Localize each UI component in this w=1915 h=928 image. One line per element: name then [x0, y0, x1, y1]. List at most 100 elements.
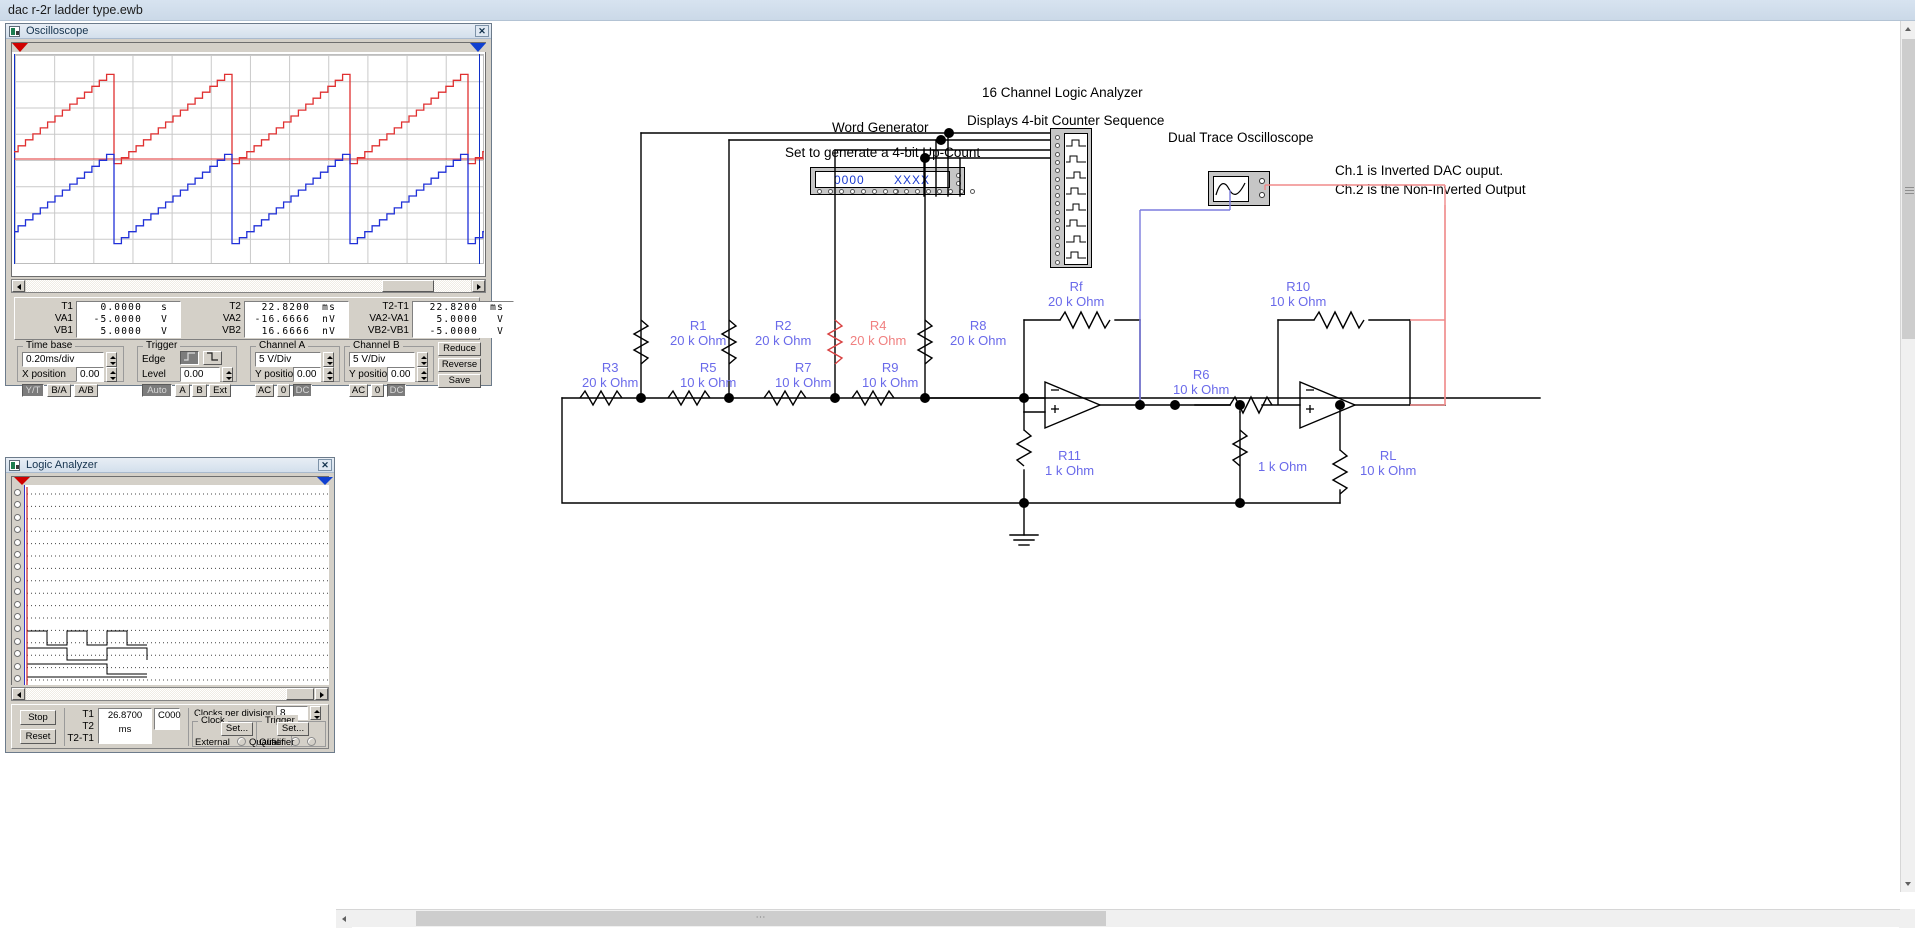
- timebase-mode-ba[interactable]: B/A: [47, 384, 71, 397]
- channel-a-scale-spinner[interactable]: [323, 352, 334, 367]
- clocks-per-division-spinner[interactable]: [310, 706, 321, 720]
- horizontal-scroll-thumb[interactable]: ⋯: [416, 911, 1106, 926]
- resistor-name: R6: [1192, 367, 1210, 382]
- channel-b-coupling-dc[interactable]: DC: [387, 384, 406, 397]
- readout-labels-1: T1 VA1 VB1: [21, 301, 73, 337]
- save-button[interactable]: Save: [438, 374, 481, 388]
- cursor-marker-2[interactable]: [470, 43, 486, 52]
- readout-unit-t1: s: [161, 302, 168, 313]
- trigger-source-ext[interactable]: Ext: [209, 384, 231, 397]
- channel-b-scale-spinner[interactable]: [417, 352, 428, 367]
- channel-b-yposition-spinner[interactable]: [417, 367, 428, 382]
- readout-label-vb2: VB2: [222, 325, 241, 336]
- readout-unit-va1: V: [161, 314, 168, 325]
- trigger-level-field[interactable]: 0.00: [180, 367, 220, 382]
- logic-analyzer-cursor-markers[interactable]: [12, 477, 333, 485]
- oscilloscope-titlebar[interactable]: Oscilloscope ✕: [6, 24, 491, 39]
- readout-label-t2: T2: [229, 301, 241, 312]
- timebase-scale-field[interactable]: 0.20ms/div: [22, 352, 104, 367]
- la-scroll-right[interactable]: [315, 688, 328, 700]
- timebase-xposition-field[interactable]: 0.00: [76, 367, 104, 382]
- reduce-button[interactable]: Reduce: [438, 342, 481, 356]
- trigger-level-spinner[interactable]: [222, 367, 233, 382]
- la-cursor-marker-2[interactable]: [317, 477, 333, 485]
- channel-a-yposition-spinner[interactable]: [323, 367, 334, 382]
- resistor-label-r1: R1 20 k Ohm: [670, 318, 726, 348]
- channel-a-coupling-ac[interactable]: AC: [255, 384, 274, 397]
- la-trigger-qualifier-radio[interactable]: [307, 737, 316, 746]
- resistor-label-r6: R6 10 k Ohm: [1173, 367, 1229, 397]
- logic-analyzer-reset-button[interactable]: Reset: [20, 729, 56, 744]
- window-horizontal-scrollbar[interactable]: ⋯: [336, 909, 1915, 928]
- la-trigger-set-button[interactable]: Set...: [277, 722, 309, 736]
- scroll-down-button[interactable]: [1901, 876, 1915, 892]
- logic-analyzer-screen[interactable]: [11, 476, 333, 685]
- readout-value-vb2vb1: -5.0000: [429, 326, 478, 337]
- la-scroll-thumb[interactable]: [286, 688, 314, 700]
- resistor-label-r3: R3 20 k Ohm: [582, 360, 638, 390]
- channel-a-yposition-field[interactable]: 0.00: [293, 367, 321, 382]
- window-vertical-scrollbar[interactable]: [1900, 21, 1915, 892]
- readout-label-va1: VA1: [54, 313, 73, 324]
- logic-analyzer-close-button[interactable]: ✕: [318, 459, 332, 471]
- trigger-edge-falling-button[interactable]: [203, 351, 222, 365]
- trigger-source-auto[interactable]: Auto: [142, 384, 172, 397]
- resistor-label-r5: R5 10 k Ohm: [680, 360, 736, 390]
- readout-value-vb2: 16.6666: [261, 326, 310, 337]
- resistor-label-r9: R9 10 k Ohm: [862, 360, 918, 390]
- channel-a-coupling-zero[interactable]: 0: [277, 384, 290, 397]
- channel-a-scale-field[interactable]: 5 V/Div: [255, 352, 321, 367]
- schematic-canvas: 16 Channel Logic Analyzer Displays 4-bit …: [540, 30, 1860, 650]
- oscilloscope-hscrollbar[interactable]: [11, 279, 486, 293]
- la-scroll-track[interactable]: [26, 688, 314, 700]
- logic-analyzer-titlebar[interactable]: Logic Analyzer ✕: [6, 458, 334, 473]
- resistor-label-rf: Rf 20 k Ohm: [1048, 279, 1104, 309]
- scroll-left-button[interactable]: [336, 910, 352, 928]
- resistor-name: R4: [869, 318, 887, 333]
- la-t2t1-label: T2-T1: [67, 733, 94, 744]
- resistor-value: 10 k Ohm: [775, 375, 832, 390]
- cursor-marker-1[interactable]: [12, 43, 28, 52]
- app-title: dac r-2r ladder type.ewb: [8, 3, 143, 17]
- reverse-button[interactable]: Reverse: [438, 358, 481, 372]
- resistor-name: RL: [1379, 448, 1397, 463]
- resistor-name: R5: [699, 360, 717, 375]
- trigger-edge-rising-button[interactable]: [180, 351, 199, 365]
- channel-b-scale-field[interactable]: 5 V/Div: [349, 352, 415, 367]
- channel-a-coupling-dc[interactable]: DC: [293, 384, 312, 397]
- logic-analyzer-hscrollbar[interactable]: [11, 687, 329, 701]
- scroll-up-button[interactable]: [1901, 21, 1915, 37]
- timebase-mode-yt[interactable]: Y/T: [22, 384, 44, 397]
- logic-analyzer-window[interactable]: Logic Analyzer ✕ Stop Reset T1 T2 T2-T1 …: [5, 457, 335, 753]
- logic-analyzer-window-title: Logic Analyzer: [26, 459, 98, 471]
- timebase-mode-ab[interactable]: A/B: [74, 384, 98, 397]
- oscilloscope-close-button[interactable]: ✕: [475, 25, 489, 37]
- la-trigger-group: Trigger Set... Qualifier: [256, 715, 326, 748]
- oscilloscope-scroll-left[interactable]: [12, 280, 25, 292]
- oscilloscope-screen[interactable]: [11, 42, 487, 277]
- oscilloscope-window[interactable]: Oscilloscope ✕ T1 VA1 VB1 0.0000 s -5.00…: [5, 23, 514, 397]
- trigger-source-b[interactable]: B: [192, 384, 207, 397]
- channel-b-coupling-ac[interactable]: AC: [349, 384, 368, 397]
- clock-set-button[interactable]: Set...: [221, 722, 253, 736]
- clock-external-radio[interactable]: [237, 737, 246, 746]
- readout-value-va2: -16.6666: [254, 314, 310, 325]
- channel-a-group: Channel A 5 V/Div Y position 0.00 AC 0 D…: [250, 340, 340, 397]
- la-scroll-left[interactable]: [12, 688, 25, 700]
- timebase-scale-spinner[interactable]: [106, 352, 117, 367]
- logic-analyzer-stop-button[interactable]: Stop: [20, 710, 56, 725]
- trigger-source-a[interactable]: A: [175, 384, 190, 397]
- timebase-xposition-label: X position: [22, 369, 66, 380]
- oscilloscope-scroll-right[interactable]: [472, 280, 485, 292]
- resistor-value: 20 k Ohm: [670, 333, 727, 348]
- la-code-value: C000: [154, 708, 181, 730]
- la-channel-indicator: [14, 501, 21, 509]
- oscilloscope-scroll-thumb[interactable]: [382, 280, 434, 292]
- logic-analyzer-window-icon: [9, 460, 20, 471]
- channel-b-coupling-zero[interactable]: 0: [371, 384, 384, 397]
- channel-b-yposition-field[interactable]: 0.00: [387, 367, 415, 382]
- oscilloscope-cursor-markers[interactable]: [12, 43, 487, 52]
- vertical-scroll-thumb[interactable]: [1902, 39, 1915, 339]
- la-cursor-marker-1[interactable]: [14, 477, 30, 485]
- timebase-xposition-spinner[interactable]: [106, 367, 117, 382]
